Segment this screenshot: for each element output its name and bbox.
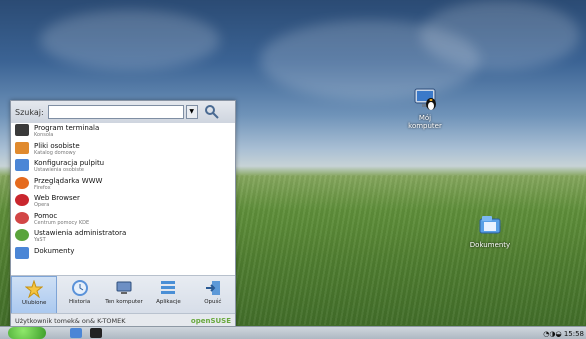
firefox-icon <box>15 176 29 189</box>
computer-icon <box>115 279 133 297</box>
help-lifebuoy-icon <box>15 211 29 224</box>
list-item-title: Program terminala <box>34 124 100 132</box>
computer-icon <box>411 86 439 112</box>
list-item-title: Pliki osobiste <box>34 141 80 150</box>
tab-this-computer[interactable]: Ten komputer <box>102 276 146 315</box>
search-input[interactable] <box>47 105 184 119</box>
taskbar: ◔◑◒ 15:58 <box>0 326 586 339</box>
list-item-subtitle: Opera <box>34 202 50 208</box>
list-item-title: Ustawienia administratora <box>34 229 127 237</box>
opera-icon <box>15 194 29 206</box>
tab-history[interactable]: Historia <box>57 276 101 315</box>
desktop-icon-label: Dokumenty <box>469 241 511 249</box>
list-item[interactable]: Web Browser Opera <box>11 193 235 211</box>
menu-tabs: Ulubione Historia Ten komputer Aplikacje… <box>11 275 235 315</box>
desktop-icon-label-line2: komputer <box>408 122 442 130</box>
terminal-icon <box>15 124 29 136</box>
desktop-show-icon[interactable] <box>70 328 82 338</box>
desktop-icon-documents[interactable]: Dokumenty <box>462 213 518 249</box>
tab-leave[interactable]: Opuść <box>191 276 235 315</box>
desktop-icon-my-computer[interactable]: Mój komputer <box>402 86 448 130</box>
list-item[interactable]: Przeglądarka WWW Firefox <box>11 176 235 194</box>
tab-applications[interactable]: Aplikacje <box>146 276 190 315</box>
start-menu: Szukaj: ▼ Program terminala Konsola Plik… <box>10 100 236 329</box>
tray-icons[interactable]: ◔◑◒ <box>543 330 561 338</box>
tab-label: Ulubione <box>22 300 47 306</box>
clock-icon <box>71 279 89 297</box>
list-item-title: Web Browser <box>34 194 80 202</box>
cloud <box>40 10 220 70</box>
tab-label: Opuść <box>204 299 222 305</box>
favorites-list: Program terminala Konsola Pliki osobiste… <box>11 123 235 275</box>
chevron-down-icon[interactable]: ▼ <box>185 105 198 119</box>
clock[interactable]: 15:58 <box>564 330 584 338</box>
list-item-subtitle: Katalog domowy <box>34 149 76 156</box>
star-icon <box>24 279 44 299</box>
opensuse-logo: openSUSE <box>190 317 231 325</box>
list-item[interactable]: Konfiguracja pulpitu Ustawienia osobiste <box>11 158 235 176</box>
list-item[interactable]: Program terminala Konsola <box>11 123 235 141</box>
desktop-icon-label-line1: Mój <box>418 114 432 122</box>
list-item[interactable]: Dokumenty <box>11 246 235 264</box>
home-folder-icon <box>15 141 29 154</box>
list-item[interactable]: Pliki osobiste Katalog domowy <box>11 141 235 159</box>
list-item-title: Dokumenty <box>34 246 75 255</box>
leave-icon <box>204 279 222 297</box>
desktop-settings-icon <box>15 159 29 171</box>
yast-icon <box>15 229 29 241</box>
documents-folder-icon <box>15 246 29 259</box>
list-item-subtitle: Ustawienia osobiste <box>34 167 84 173</box>
user-text: Użytkownik tomek& on& K-TOMEK <box>15 317 126 325</box>
terminal-launcher-icon[interactable] <box>90 328 102 338</box>
system-tray: ◔◑◒ 15:58 <box>543 330 584 338</box>
tab-label: Historia <box>69 299 91 305</box>
applications-icon <box>159 279 177 297</box>
list-item-subtitle: Centrum pomocy KDE <box>34 219 90 226</box>
list-item-subtitle: Firefox <box>34 184 51 191</box>
tab-label: Ten komputer <box>105 299 143 305</box>
search-bar: Szukaj: ▼ <box>11 101 235 123</box>
list-item-subtitle: YaST <box>34 237 46 243</box>
list-item-title: Konfiguracja pulpitu <box>34 159 105 167</box>
cloud <box>420 0 580 70</box>
search-label: Szukaj: <box>15 107 44 117</box>
start-button[interactable] <box>8 327 46 339</box>
list-item-title: Pomoc <box>34 211 58 220</box>
tab-label: Aplikacje <box>156 299 181 305</box>
list-item[interactable]: Pomoc Centrum pomocy KDE <box>11 211 235 229</box>
documents-icon <box>476 213 504 239</box>
search-icon[interactable] <box>204 104 220 120</box>
list-item[interactable]: Ustawienia administratora YaST <box>11 228 235 246</box>
list-item-title: Przeglądarka WWW <box>34 176 103 185</box>
tab-favorites[interactable]: Ulubione <box>11 276 58 315</box>
list-item-subtitle: Konsola <box>34 132 54 138</box>
